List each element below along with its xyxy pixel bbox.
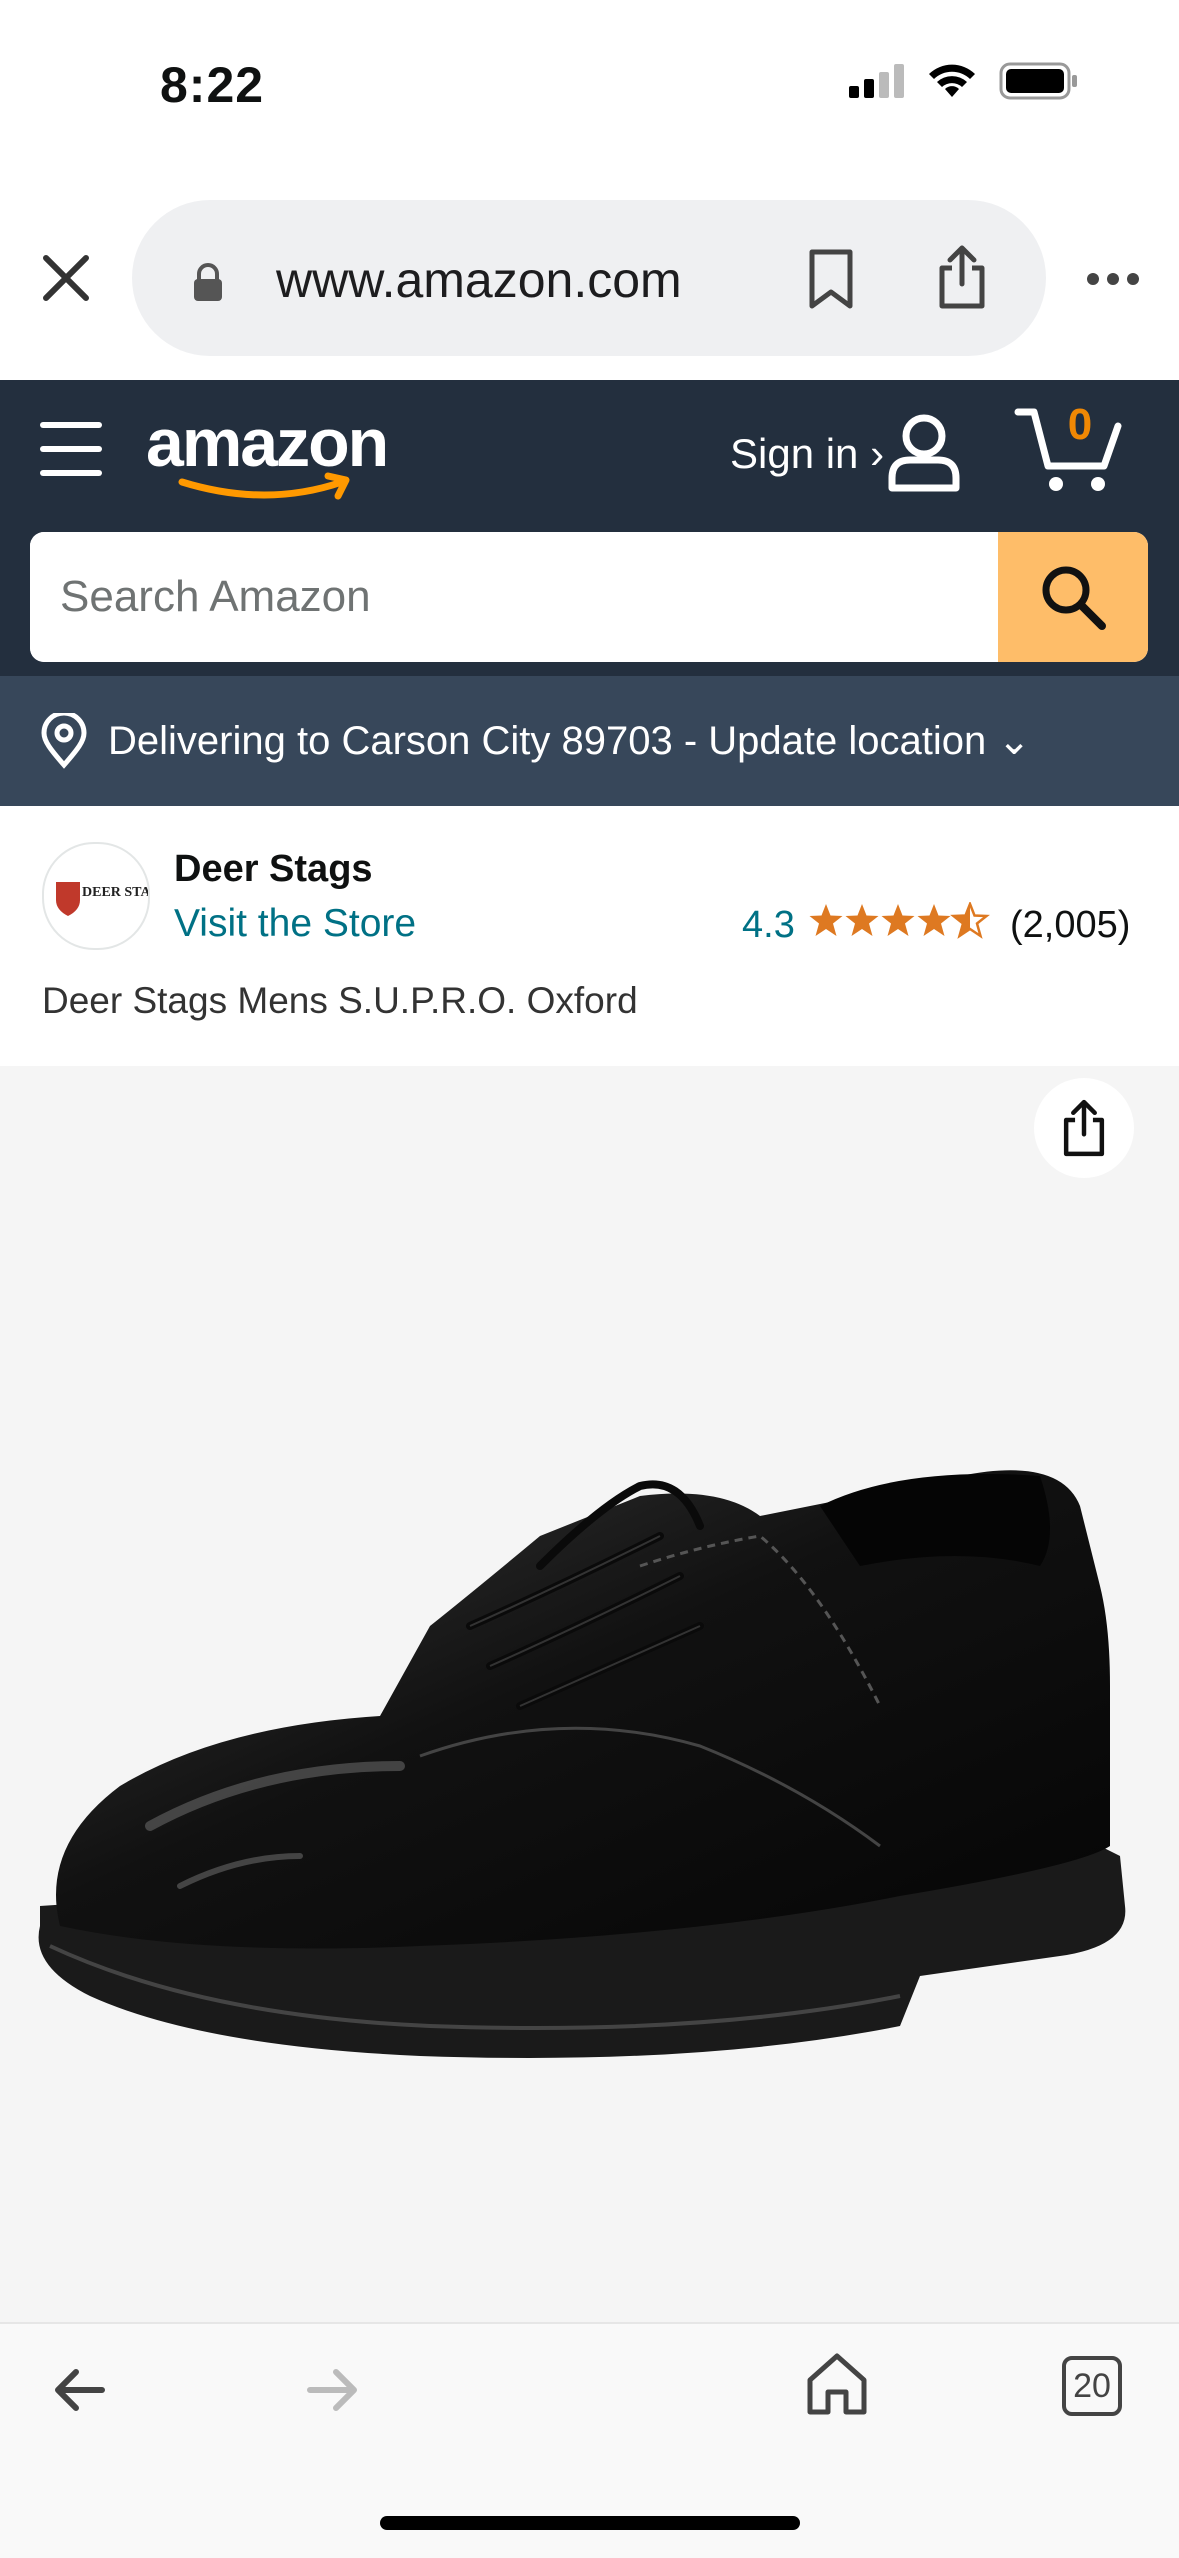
bookmark-button[interactable] — [806, 248, 856, 315]
search-icon — [1042, 566, 1106, 630]
lock-icon — [190, 262, 226, 307]
svg-text:DEER STAGS: DEER STAGS — [82, 885, 148, 900]
more-icon — [1087, 273, 1139, 285]
star-rating[interactable] — [808, 902, 992, 947]
status-icons — [849, 62, 1079, 100]
star-icon — [881, 904, 915, 936]
close-button[interactable] — [38, 250, 94, 306]
brand-logo[interactable]: DEER STAGS — [42, 842, 169, 950]
cart-count-badge: 0 — [1067, 400, 1093, 449]
amazon-logo[interactable]: amazon — [146, 404, 396, 509]
home-button[interactable] — [806, 2350, 868, 2421]
star-icon — [845, 904, 879, 936]
product-title: Deer Stags Mens S.U.P.R.O. Oxford — [42, 980, 638, 1021]
star-icon — [917, 904, 951, 936]
url-text[interactable]: www.amazon.com — [276, 250, 682, 310]
share-button[interactable] — [934, 244, 990, 315]
search-bar — [30, 532, 1148, 662]
search-button[interactable] — [998, 532, 1148, 662]
home-indicator — [380, 2516, 800, 2530]
half-star-icon — [952, 902, 988, 938]
forward-button[interactable] — [302, 2360, 362, 2425]
more-button[interactable] — [1086, 272, 1140, 291]
status-time: 8:22 — [160, 57, 265, 113]
brand-name: Deer Stags — [174, 848, 373, 890]
share-icon — [1063, 1099, 1105, 1157]
delivery-text[interactable]: Delivering to Carson City 89703 - Update… — [108, 718, 1031, 764]
product-image[interactable] — [0, 1066, 1179, 2322]
rating-value[interactable]: 4.3 — [742, 904, 795, 947]
signal-icon — [849, 64, 904, 98]
image-share-button[interactable] — [1034, 1078, 1134, 1178]
product-image-area[interactable] — [0, 1066, 1179, 2322]
forward-icon — [307, 2369, 357, 2411]
search-input[interactable] — [30, 532, 998, 662]
home-icon — [807, 2353, 867, 2415]
delivery-location-bar[interactable]: Delivering to Carson City 89703 - Update… — [0, 676, 1179, 806]
menu-icon — [40, 422, 102, 476]
rating-count[interactable]: (2,005) — [1010, 904, 1130, 947]
account-icon[interactable] — [886, 412, 962, 497]
menu-button[interactable] — [40, 420, 102, 483]
share-icon — [939, 245, 985, 309]
battery-icon — [999, 62, 1077, 100]
close-icon — [43, 255, 89, 301]
sign-in-link[interactable]: Sign in › — [730, 428, 884, 480]
tabs-button[interactable]: 20 — [1062, 2356, 1122, 2416]
star-icon — [809, 904, 843, 936]
back-button[interactable] — [50, 2360, 110, 2425]
back-icon — [55, 2369, 105, 2411]
location-pin-icon — [41, 713, 87, 769]
visit-store-link[interactable]: Visit the Store — [174, 902, 416, 946]
logo-text: amazon — [146, 405, 387, 481]
bookmark-icon — [809, 249, 853, 309]
wifi-icon — [929, 64, 975, 97]
